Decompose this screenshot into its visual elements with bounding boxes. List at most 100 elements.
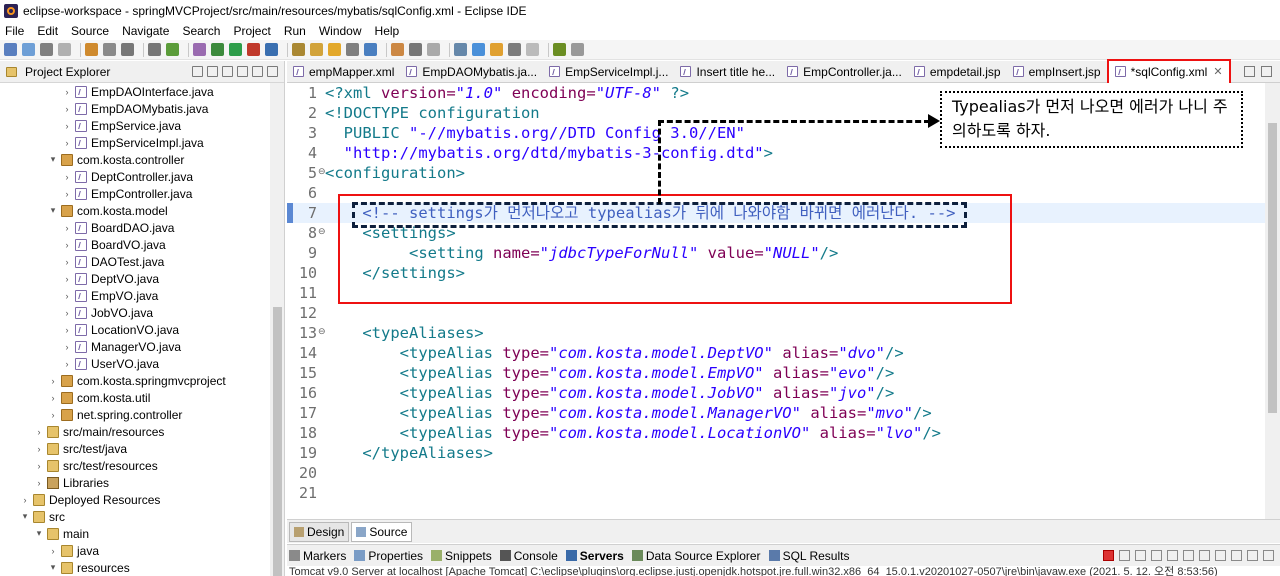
toolbar-button-icon[interactable]: [103, 43, 116, 56]
collapsed-chevron-icon[interactable]: ›: [62, 172, 72, 182]
maximize-icon[interactable]: [267, 66, 278, 77]
link-with-editor-icon[interactable]: [207, 66, 218, 77]
menu-help[interactable]: Help: [375, 24, 400, 38]
toolbar-button-icon[interactable]: [85, 43, 98, 56]
stop-icon[interactable]: [1103, 550, 1114, 561]
toolbar-button-icon[interactable]: [121, 43, 134, 56]
toolbar-button-icon[interactable]: [346, 43, 359, 56]
tree-item[interactable]: › EmpDAOMybatis.java: [0, 100, 270, 117]
editor-tab[interactable]: empMapper.xml: [287, 61, 400, 83]
collapsed-chevron-icon[interactable]: ›: [62, 121, 72, 131]
expanded-chevron-icon[interactable]: ▾: [20, 511, 30, 522]
collapsed-chevron-icon[interactable]: ›: [62, 342, 72, 352]
toolbar-button-icon[interactable]: [22, 43, 35, 56]
view-tab-data-source-explorer[interactable]: Data Source Explorer: [631, 549, 761, 563]
collapsed-chevron-icon[interactable]: ›: [62, 291, 72, 301]
menu-file[interactable]: File: [5, 24, 24, 38]
view-tab-sql-results[interactable]: SQL Results: [768, 549, 849, 563]
collapsed-chevron-icon[interactable]: ›: [62, 359, 72, 369]
remove-all-icon[interactable]: [1135, 550, 1146, 561]
toolbar-button-icon[interactable]: [193, 43, 206, 56]
tree-item[interactable]: › EmpVO.java: [0, 287, 270, 304]
collapsed-chevron-icon[interactable]: ›: [20, 495, 30, 505]
view-tab-properties[interactable]: Properties: [354, 549, 423, 563]
tree-item[interactable]: › com.kosta.springmvcproject: [0, 372, 270, 389]
collapsed-chevron-icon[interactable]: ›: [62, 240, 72, 250]
toolbar-button-icon[interactable]: [247, 43, 260, 56]
view-menu-icon[interactable]: [237, 66, 248, 77]
tree-item[interactable]: › BoardVO.java: [0, 236, 270, 253]
remove-launch-icon[interactable]: [1119, 550, 1130, 561]
menu-window[interactable]: Window: [319, 24, 362, 38]
toolbar-button-icon[interactable]: [58, 43, 71, 56]
collapsed-chevron-icon[interactable]: ›: [62, 308, 72, 318]
tree-item[interactable]: ▾ com.kosta.model: [0, 202, 270, 219]
toolbar-button-icon[interactable]: [310, 43, 323, 56]
menu-navigate[interactable]: Navigate: [122, 24, 169, 38]
collapsed-chevron-icon[interactable]: ›: [48, 376, 58, 386]
minimize-view-icon[interactable]: [1247, 550, 1258, 561]
menu-edit[interactable]: Edit: [37, 24, 58, 38]
explorer-scrollbar[interactable]: [270, 83, 284, 576]
expanded-chevron-icon[interactable]: ▾: [34, 528, 44, 539]
editor-tab[interactable]: empdetail.jsp: [908, 61, 1007, 83]
menu-search[interactable]: Search: [182, 24, 220, 38]
editor-tab[interactable]: empInsert.jsp: [1007, 61, 1107, 83]
editor-scrollbar-thumb[interactable]: [1268, 123, 1277, 413]
tab-source[interactable]: Source: [351, 521, 413, 542]
tree-item[interactable]: › java: [0, 542, 270, 559]
collapsed-chevron-icon[interactable]: ›: [34, 427, 44, 437]
collapsed-chevron-icon[interactable]: ›: [62, 274, 72, 284]
toolbar-button-icon[interactable]: [391, 43, 404, 56]
toolbar-button-icon[interactable]: [166, 43, 179, 56]
close-tab-icon[interactable]: ✕: [1213, 65, 1222, 78]
tree-item[interactable]: › src/test/resources: [0, 457, 270, 474]
tree-item[interactable]: › BoardDAO.java: [0, 219, 270, 236]
toolbar-button-icon[interactable]: [4, 43, 17, 56]
toolbar-button-icon[interactable]: [553, 43, 566, 56]
view-tab-console[interactable]: Console: [499, 549, 558, 563]
toolbar-button-icon[interactable]: [148, 43, 161, 56]
collapsed-chevron-icon[interactable]: ›: [48, 410, 58, 420]
toolbar-button-icon[interactable]: [490, 43, 503, 56]
expanded-chevron-icon[interactable]: ▾: [48, 205, 58, 216]
tree-item[interactable]: › EmpController.java: [0, 185, 270, 202]
tree-item[interactable]: › DAOTest.java: [0, 253, 270, 270]
toolbar-button-icon[interactable]: [571, 43, 584, 56]
collapsed-chevron-icon[interactable]: ›: [48, 546, 58, 556]
toolbar-button-icon[interactable]: [211, 43, 224, 56]
tree-item[interactable]: ▾ resources: [0, 559, 270, 576]
tree-item[interactable]: ▾ src: [0, 508, 270, 525]
menu-source[interactable]: Source: [71, 24, 109, 38]
tab-design[interactable]: Design: [289, 521, 350, 542]
collapsed-chevron-icon[interactable]: ›: [62, 223, 72, 233]
tree-item[interactable]: › ManagerVO.java: [0, 338, 270, 355]
collapse-all-icon[interactable]: [192, 66, 203, 77]
toolbar-button-icon[interactable]: [526, 43, 539, 56]
minimize-editor-icon[interactable]: [1244, 66, 1255, 77]
view-tab-servers[interactable]: Servers: [565, 549, 624, 563]
editor-tab[interactable]: EmpDAOMybatis.ja...: [400, 61, 543, 83]
toolbar-button-icon[interactable]: [409, 43, 422, 56]
tree-item[interactable]: › DeptVO.java: [0, 270, 270, 287]
scroll-lock-icon[interactable]: [1151, 550, 1162, 561]
show-on-output-icon[interactable]: [1183, 550, 1194, 561]
tree-item[interactable]: › LocationVO.java: [0, 321, 270, 338]
toolbar-button-icon[interactable]: [472, 43, 485, 56]
editor-scrollbar[interactable]: [1265, 83, 1280, 519]
toolbar-button-icon[interactable]: [292, 43, 305, 56]
tree-item[interactable]: › Deployed Resources: [0, 491, 270, 508]
collapsed-chevron-icon[interactable]: ›: [62, 325, 72, 335]
editor-tab[interactable]: *sqlConfig.xml ✕: [1106, 58, 1231, 85]
collapsed-chevron-icon[interactable]: ›: [62, 138, 72, 148]
collapsed-chevron-icon[interactable]: ›: [34, 478, 44, 488]
toolbar-button-icon[interactable]: [508, 43, 521, 56]
tree-item[interactable]: ▾ main: [0, 525, 270, 542]
filter-icon[interactable]: [222, 66, 233, 77]
editor-tab[interactable]: Insert title he...: [674, 61, 781, 83]
tree-item[interactable]: › JobVO.java: [0, 304, 270, 321]
collapsed-chevron-icon[interactable]: ›: [62, 104, 72, 114]
toolbar-button-icon[interactable]: [265, 43, 278, 56]
toolbar-button-icon[interactable]: [364, 43, 377, 56]
open-console-icon[interactable]: [1231, 550, 1242, 561]
